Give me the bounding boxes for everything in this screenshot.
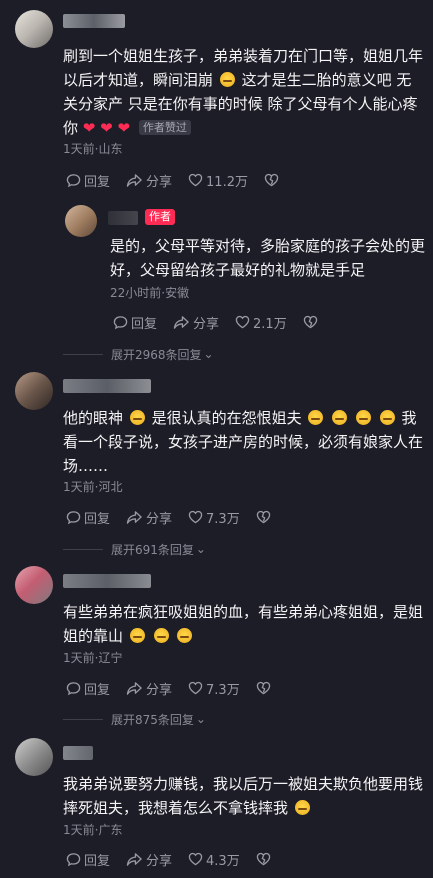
pleading-emoji-icon <box>153 628 169 643</box>
expand-replies-button[interactable]: 展开2968条回复 ⌄ <box>63 346 214 362</box>
heart-outline-icon <box>235 315 250 329</box>
avatar[interactable] <box>15 566 53 604</box>
like-button[interactable]: 11.2万 <box>188 171 248 190</box>
broken-heart-icon <box>303 315 317 329</box>
author-liked-badge: 作者赞过 <box>138 120 191 135</box>
unamused-emoji-icon <box>332 410 348 425</box>
dislike-button[interactable] <box>256 510 274 524</box>
reply-button[interactable]: 回复 <box>66 171 110 190</box>
unamused-emoji-icon <box>308 410 324 425</box>
heart-emoji-icon: ❤ <box>82 119 96 137</box>
share-button[interactable]: 分享 <box>126 850 172 869</box>
chevron-down-icon: ⌄ <box>195 542 206 556</box>
like-button[interactable]: 4.3万 <box>188 850 240 869</box>
share-icon <box>126 510 142 524</box>
expand-replies-button[interactable]: 展开691条回复 ⌄ <box>63 541 206 557</box>
broken-heart-icon <box>256 852 270 866</box>
comment-actions: 回复 分享 4.3万 <box>66 849 290 869</box>
like-count: 11.2万 <box>206 174 248 190</box>
username-blurred[interactable] <box>63 14 125 28</box>
chevron-down-icon: ⌄ <box>203 347 214 361</box>
heart-emoji-icon: ❤ <box>100 119 113 137</box>
reply-username-blurred[interactable] <box>108 211 138 225</box>
username-blurred[interactable] <box>63 746 93 760</box>
broken-heart-icon <box>264 173 279 187</box>
reply-text: 是的，父母平等对待，多胎家庭的孩子会处的更好，父母留给孩子最好的礼物就是手足 <box>110 237 426 279</box>
pleading-emoji-icon <box>129 628 145 643</box>
dislike-button[interactable] <box>264 173 282 187</box>
divider <box>63 718 103 720</box>
like-count: 2.1万 <box>253 316 287 332</box>
reply-icon <box>113 315 128 329</box>
comment-text: 他的眼神 是很认真的在怨恨姐夫 我看一个段子说，女孩子进产房的时候，必须有娘家人… <box>63 409 424 475</box>
comment-meta: 1天前·辽宁 <box>63 651 123 665</box>
comment-meta: 1天前·广东 <box>63 823 123 837</box>
comment-meta: 1天前·河北 <box>63 480 123 494</box>
reply-icon <box>66 173 81 187</box>
reply-button[interactable]: 回复 <box>66 679 110 698</box>
heart-outline-icon <box>188 510 203 524</box>
username-blurred[interactable] <box>63 379 151 393</box>
reply-button[interactable]: 回复 <box>66 850 110 869</box>
like-button[interactable]: 7.3万 <box>188 679 240 698</box>
like-button[interactable]: 7.3万 <box>188 508 240 527</box>
comment-text: 有些弟弟在疯狂吸姐姐的血，有些弟弟心疼姐姐，是姐姐的靠山 <box>63 603 424 645</box>
unamused-emoji-icon <box>355 410 371 425</box>
like-count: 4.3万 <box>206 853 240 869</box>
comment-actions: 回复 分享 11.2万 <box>66 170 298 190</box>
divider <box>63 548 103 550</box>
share-button[interactable]: 分享 <box>173 313 219 332</box>
share-icon <box>126 681 142 695</box>
like-count: 7.3万 <box>206 511 240 527</box>
like-count: 7.3万 <box>206 682 240 698</box>
pleading-emoji-icon <box>177 628 193 643</box>
comment-actions: 回复 分享 7.3万 <box>66 678 290 698</box>
expand-replies-button[interactable]: 展开875条回复 ⌄ <box>63 711 206 727</box>
squint-emoji-icon <box>129 410 145 425</box>
reply-actions: 回复 分享 2.1万 <box>113 312 337 332</box>
comment-meta: 1天前·山东 <box>63 142 123 156</box>
broken-heart-icon <box>256 510 270 524</box>
reply-meta: 22小时前·安徽 <box>110 286 190 300</box>
comment-actions: 回复 分享 7.3万 <box>66 507 290 527</box>
comment-text: 我弟弟说要努力赚钱，我以后万一被姐夫欺负他要用钱摔死姐夫，我想着怎么不拿钱摔我 <box>63 775 424 817</box>
reply-icon <box>66 852 81 866</box>
share-button[interactable]: 分享 <box>126 679 172 698</box>
avatar[interactable] <box>15 738 53 776</box>
reply-icon <box>66 681 81 695</box>
author-badge: 作者 <box>145 209 175 225</box>
username-blurred[interactable] <box>63 574 151 588</box>
avatar[interactable] <box>15 372 53 410</box>
unamused-emoji-icon <box>379 410 395 425</box>
share-button[interactable]: 分享 <box>126 171 172 190</box>
reply-button[interactable]: 回复 <box>66 508 110 527</box>
dislike-button[interactable] <box>303 315 321 329</box>
divider <box>63 353 103 355</box>
avatar[interactable] <box>15 10 53 48</box>
share-button[interactable]: 分享 <box>126 508 172 527</box>
share-icon <box>126 173 142 187</box>
reply-button[interactable]: 回复 <box>113 313 157 332</box>
broken-heart-icon <box>256 681 270 695</box>
share-icon <box>126 852 142 866</box>
chevron-down-icon: ⌄ <box>195 712 206 726</box>
reply-icon <box>66 510 81 524</box>
heart-outline-icon <box>188 852 203 866</box>
grimacing-emoji-icon <box>294 800 310 815</box>
heart-outline-icon <box>188 173 203 187</box>
reply-avatar[interactable] <box>65 205 97 237</box>
heart-emoji-icon: ❤ <box>117 119 131 137</box>
share-icon <box>173 315 189 329</box>
dislike-button[interactable] <box>256 681 274 695</box>
heart-outline-icon <box>188 681 203 695</box>
like-button[interactable]: 2.1万 <box>235 313 287 332</box>
dislike-button[interactable] <box>256 852 274 866</box>
comment-text: 刷到一个姐姐生孩子，弟弟装着刀在门口等，姐姐几年以后才知道，瞬间泪崩 这才是生二… <box>63 47 424 137</box>
crying-emoji-icon <box>219 72 235 87</box>
